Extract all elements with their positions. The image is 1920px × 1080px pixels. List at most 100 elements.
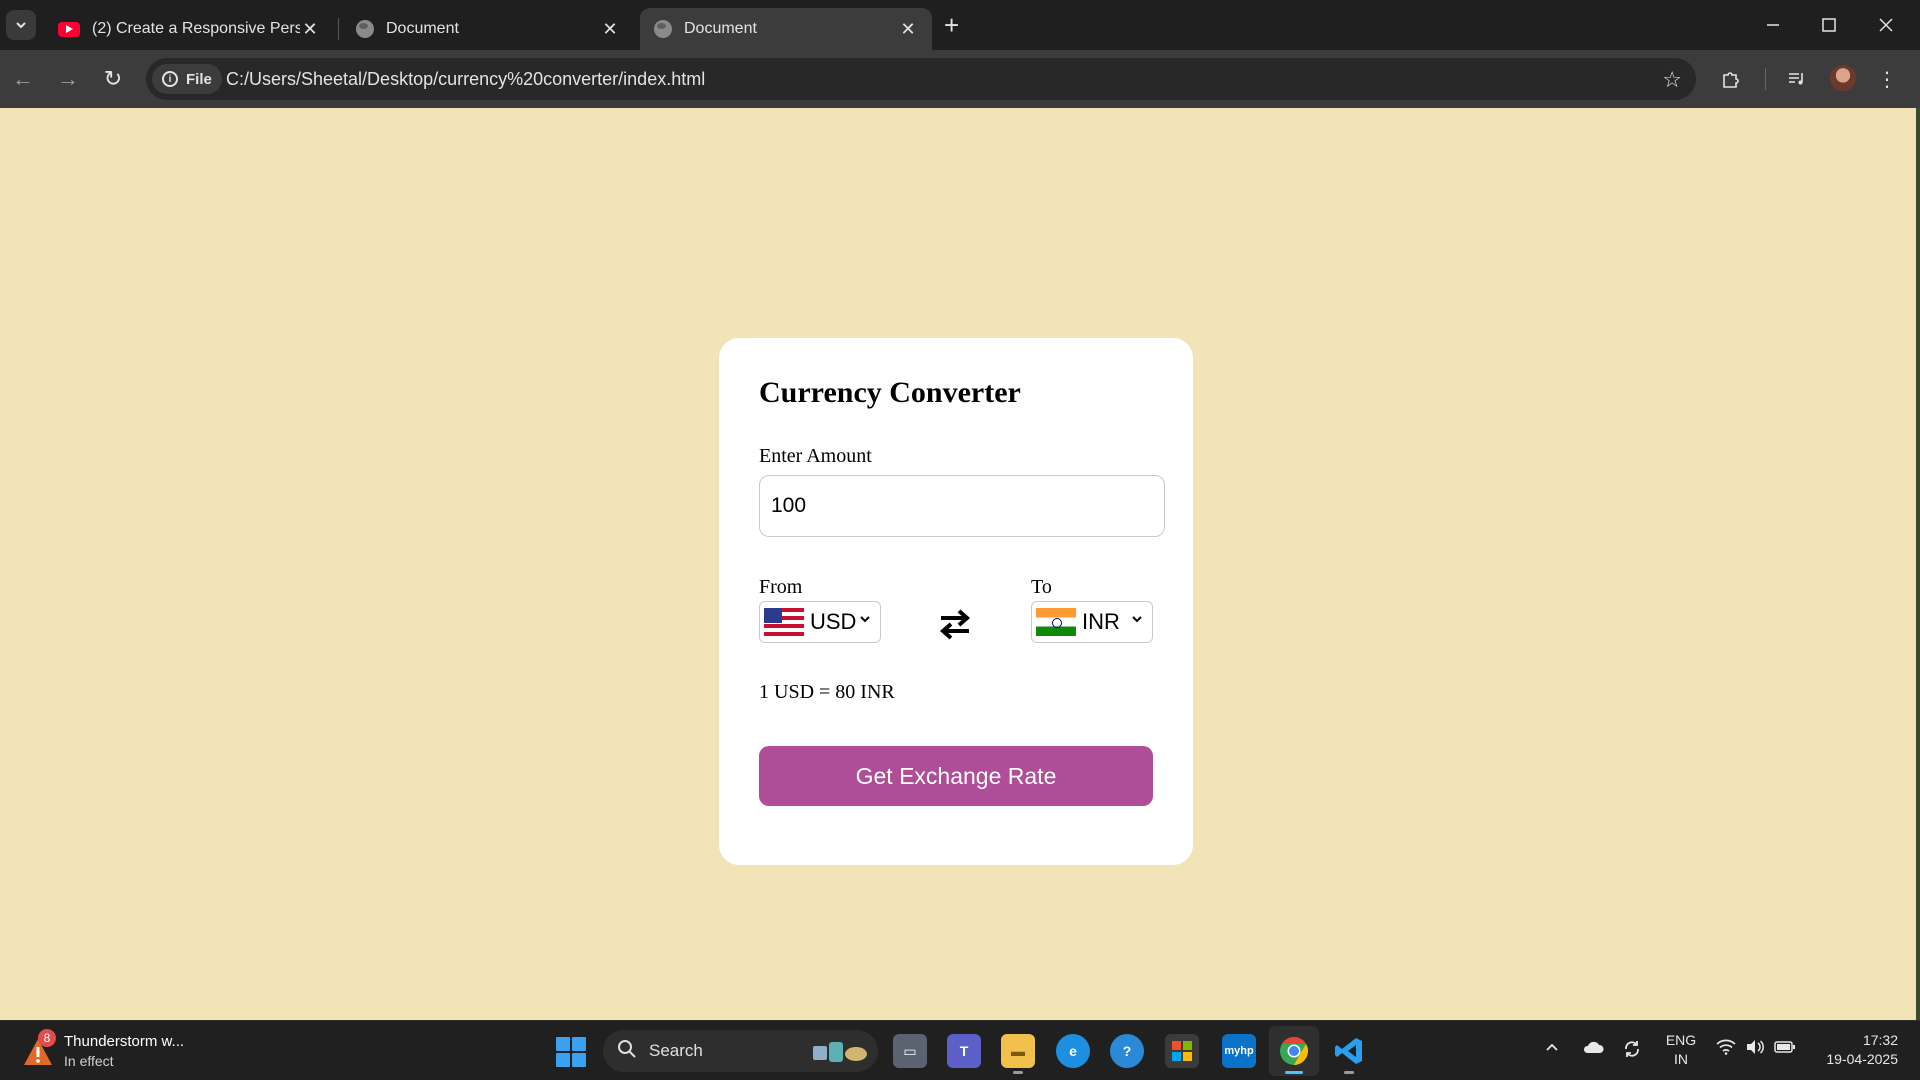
back-button[interactable]: ← <box>8 64 38 94</box>
youtube-icon <box>58 21 80 37</box>
region-code: IN <box>1674 1051 1688 1067</box>
maximize-button[interactable] <box>1809 10 1849 40</box>
windows-start-icon[interactable] <box>556 1037 586 1067</box>
bookmark-star-icon[interactable]: ☆ <box>1662 67 1682 93</box>
running-indicator <box>1013 1071 1023 1074</box>
reload-button[interactable]: ↻ <box>98 64 128 94</box>
maximize-icon <box>1822 18 1836 32</box>
toolbar-separator <box>1765 68 1766 90</box>
new-tab-button[interactable]: + <box>944 12 959 38</box>
menu-button[interactable]: ⋮ <box>1872 64 1902 94</box>
from-label: From <box>759 576 803 598</box>
notification-badge: 8 <box>38 1029 56 1047</box>
chrome-icon[interactable] <box>1277 1034 1311 1074</box>
us-flag-icon <box>764 608 804 636</box>
address-bar[interactable]: i File C:/Users/Sheetal/Desktop/currency… <box>146 58 1696 100</box>
vscode-logo-icon <box>1335 1038 1362 1064</box>
close-icon[interactable]: ✕ <box>898 19 918 40</box>
language-indicator[interactable]: ENG IN <box>1662 1031 1700 1069</box>
tab-document-active[interactable]: Document ✕ <box>640 8 932 50</box>
close-icon[interactable]: ✕ <box>600 19 620 40</box>
to-label: To <box>1031 576 1052 598</box>
window-edge <box>1916 108 1920 1020</box>
store-icon[interactable] <box>1165 1034 1199 1068</box>
volume-icon[interactable] <box>1745 1039 1765 1060</box>
amount-label: Enter Amount <box>759 445 872 467</box>
close-icon[interactable]: ✕ <box>300 19 320 40</box>
help-icon[interactable]: ? <box>1110 1034 1144 1068</box>
onedrive-icon[interactable] <box>1582 1039 1604 1060</box>
system-clock[interactable]: 17:32 19-04-2025 <box>1810 1031 1898 1069</box>
site-info-label: File <box>186 70 212 88</box>
weather-title: Thunderstorm w... <box>64 1033 185 1050</box>
store-grid-icon <box>1172 1041 1192 1061</box>
taskbar-search[interactable]: Search <box>603 1030 878 1072</box>
tab-document[interactable]: Document ✕ <box>342 8 634 50</box>
puzzle-icon <box>1723 72 1739 88</box>
chevron-down-icon <box>16 22 26 29</box>
forward-button[interactable]: → <box>53 64 83 94</box>
tab-title: (2) Create a Responsive Persona <box>92 20 300 37</box>
converter-card: Currency Converter Enter Amount From USD… <box>719 338 1193 865</box>
globe-icon <box>654 20 672 38</box>
edge-icon[interactable]: e <box>1056 1034 1090 1068</box>
swap-arrows-icon[interactable] <box>937 606 973 642</box>
url-text[interactable]: C:/Users/Sheetal/Desktop/currency%20conv… <box>226 69 705 90</box>
chevron-down-icon <box>860 616 870 623</box>
folder-icon[interactable]: ▬ <box>1001 1034 1035 1074</box>
running-indicator <box>1285 1071 1303 1074</box>
teams-icon[interactable]: T <box>947 1034 981 1068</box>
globe-icon <box>356 20 374 38</box>
amount-input[interactable] <box>759 475 1165 537</box>
more-vert-icon: ⋮ <box>1877 68 1897 91</box>
myhp-icon[interactable]: myhp <box>1222 1034 1256 1068</box>
from-currency-select[interactable]: USD <box>759 601 881 643</box>
page-viewport: Currency Converter Enter Amount From USD… <box>0 108 1916 1020</box>
search-highlight-art <box>813 1042 867 1062</box>
minimize-button[interactable] <box>1753 10 1793 40</box>
speaker-icon <box>1747 1040 1764 1054</box>
weather-subtitle: In effect <box>64 1053 114 1069</box>
battery-charging-icon <box>1774 1041 1795 1053</box>
file-explorer-icon[interactable]: ▭ <box>893 1034 927 1068</box>
tab-search-button[interactable] <box>6 10 36 40</box>
arrow-right-icon: → <box>57 66 79 91</box>
tab-title: Document <box>386 20 459 37</box>
close-icon <box>1879 18 1893 32</box>
wifi-icon[interactable] <box>1716 1039 1736 1060</box>
site-info-chip[interactable]: i File <box>152 64 222 94</box>
search-label: Search <box>649 1041 703 1060</box>
wifi-signal-icon <box>1716 1039 1736 1055</box>
to-currency-code: INR <box>1082 609 1120 634</box>
exchange-rate-message: 1 USD = 80 INR <box>759 681 895 703</box>
browser-toolbar: ← → ↻ i File C:/Users/Sheetal/Desktop/cu… <box>0 50 1920 108</box>
reload-icon: ↻ <box>103 66 123 91</box>
get-exchange-rate-button[interactable]: Get Exchange Rate <box>759 746 1153 806</box>
show-hidden-icons-button[interactable] <box>1544 1039 1560 1060</box>
weather-widget[interactable]: 8 Thunderstorm w... In effect <box>22 1029 202 1073</box>
sync-arrows-icon <box>1625 1041 1639 1057</box>
close-window-button[interactable] <box>1866 10 1906 40</box>
language-code: ENG <box>1665 1032 1697 1048</box>
tab-strip: (2) Create a Responsive Persona ✕ Docume… <box>0 0 1920 50</box>
chrome-logo-icon <box>1280 1037 1308 1065</box>
cloud-icon <box>1583 1041 1604 1053</box>
tab-separator <box>338 18 339 40</box>
chevron-down-icon <box>1132 616 1142 623</box>
page-title: Currency Converter <box>759 376 1021 409</box>
extensions-button[interactable] <box>1716 64 1746 94</box>
sync-icon[interactable] <box>1622 1039 1642 1064</box>
minimize-icon <box>1767 24 1779 26</box>
from-currency-code: USD <box>810 609 857 634</box>
tab-youtube[interactable]: (2) Create a Responsive Persona ✕ <box>44 8 334 50</box>
profile-avatar[interactable] <box>1830 65 1856 91</box>
arrow-left-icon: ← <box>12 66 34 91</box>
chevron-up-icon <box>1546 1043 1558 1051</box>
media-queue-icon <box>1789 73 1803 85</box>
tab-title: Document <box>684 20 757 37</box>
battery-icon[interactable] <box>1774 1039 1796 1060</box>
media-control-button[interactable] <box>1782 64 1812 94</box>
to-currency-select[interactable]: INR <box>1031 601 1153 643</box>
vscode-icon[interactable] <box>1332 1034 1366 1074</box>
in-flag-icon <box>1036 608 1076 636</box>
